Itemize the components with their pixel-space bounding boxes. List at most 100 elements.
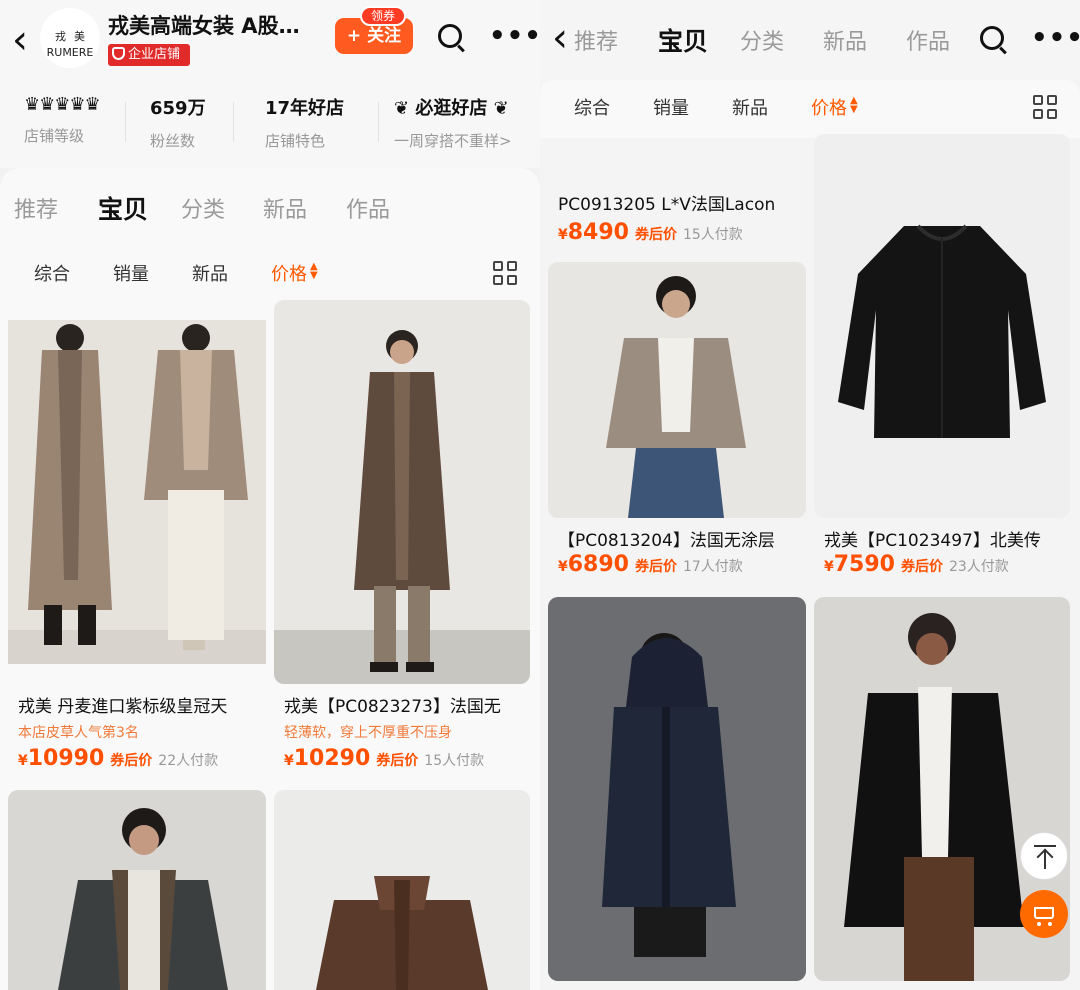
- product-price: 6890: [567, 552, 629, 577]
- product-card[interactable]: 【PC0813204】法国无涂层 ¥6890 券后价 17人付款: [548, 262, 806, 592]
- tab-works[interactable]: 作品: [346, 192, 390, 224]
- stat-label: 粉丝数: [150, 132, 196, 150]
- product-price: 10990: [27, 746, 105, 771]
- currency-symbol: ¥: [284, 753, 294, 769]
- stat-feature[interactable]: 17年好店 店铺特色: [265, 94, 344, 151]
- product-photo: [548, 597, 806, 981]
- tab-new[interactable]: 新品: [263, 192, 307, 224]
- product-image[interactable]: [274, 790, 530, 990]
- stat-value: 必逛好店: [415, 98, 488, 119]
- divider: [125, 102, 126, 142]
- coupon-price-label: 券后价: [376, 753, 419, 769]
- product-image[interactable]: [814, 134, 1070, 518]
- shop-header: ‹ 戎美 RUMERE 戎美高端女装 A股… 企业店铺 + 关注 领券 •••: [0, 0, 540, 88]
- product-price-row: ¥7590 券后价 23人付款: [824, 552, 1009, 577]
- shop-logo[interactable]: 戎美 RUMERE: [40, 8, 100, 68]
- laurel-icon: ❦: [487, 98, 509, 119]
- paid-count: 17人付款: [682, 559, 743, 575]
- product-image[interactable]: [8, 320, 266, 664]
- coupon-tag[interactable]: 领券: [360, 6, 406, 26]
- stat-shop-level[interactable]: ♛♛♛♛♛ 店铺等级: [24, 94, 101, 146]
- search-icon[interactable]: [980, 26, 1004, 50]
- product-card[interactable]: 戎美【PC1023497】北美传 ¥7590 券后价 23人付款: [814, 518, 1072, 592]
- product-title[interactable]: PC0913205 L*V法国Lacon: [558, 190, 803, 215]
- stat-fans[interactable]: 659万 粉丝数: [150, 94, 206, 151]
- shop-name[interactable]: 戎美高端女装 A股…: [108, 10, 300, 40]
- product-title[interactable]: 【PC0813204】法国无涂层: [558, 526, 803, 551]
- paid-count: 22人付款: [158, 753, 219, 769]
- divider: [378, 102, 379, 142]
- search-icon[interactable]: [438, 24, 462, 48]
- product-price: 7590: [833, 552, 895, 577]
- sort-overall[interactable]: 综合: [574, 94, 610, 120]
- back-to-top-icon[interactable]: [1020, 832, 1068, 880]
- sort-sales[interactable]: 销量: [113, 260, 149, 286]
- paid-count: 15人付款: [424, 753, 485, 769]
- grid-layout-icon[interactable]: [493, 261, 517, 285]
- stat-value: 659万: [150, 98, 206, 119]
- tab-category[interactable]: 分类: [181, 192, 225, 224]
- laurel-icon: ❦: [394, 98, 416, 119]
- product-title[interactable]: 戎美 丹麦進口紫标级皇冠天: [18, 692, 263, 717]
- product-price: 10290: [293, 746, 371, 771]
- sort-sales[interactable]: 销量: [653, 94, 689, 120]
- sort-price[interactable]: 价格 ▲ ▼: [811, 94, 858, 120]
- currency-symbol: ¥: [18, 753, 28, 769]
- product-photo: [814, 134, 1070, 518]
- tab-recommend[interactable]: 推荐: [574, 24, 618, 56]
- sort-new[interactable]: 新品: [732, 94, 768, 120]
- more-dots-icon[interactable]: •••: [489, 23, 540, 49]
- product-image[interactable]: [548, 262, 806, 518]
- currency-symbol: ¥: [558, 559, 568, 575]
- tab-category[interactable]: 分类: [740, 24, 784, 56]
- product-card[interactable]: 戎美【PC0823273】法国无 轻薄软，穿上不厚重不压身 ¥10290 券后价 1…: [274, 300, 532, 780]
- back-chevron-icon[interactable]: ‹: [552, 18, 568, 58]
- coupon-price-label: 券后价: [110, 753, 153, 769]
- stat-good-shop[interactable]: ❦ 必逛好店 ❦ 一周穿搭不重样>: [394, 94, 512, 151]
- product-photo: [8, 790, 266, 990]
- grid-layout-icon[interactable]: [1033, 95, 1057, 119]
- tab-items[interactable]: 宝贝: [658, 22, 708, 58]
- cart-icon[interactable]: [1020, 890, 1068, 938]
- coupon-price-label: 券后价: [634, 227, 677, 243]
- product-image[interactable]: [8, 790, 266, 990]
- back-chevron-icon[interactable]: ‹: [12, 20, 28, 60]
- product-image[interactable]: [274, 300, 530, 684]
- divider: [233, 102, 234, 142]
- currency-symbol: ¥: [824, 559, 834, 575]
- tab-new[interactable]: 新品: [823, 24, 867, 56]
- product-tag: 本店皮草人气第3名: [18, 725, 139, 741]
- crown-icon: ♛♛♛♛♛: [24, 94, 101, 115]
- product-price-row: ¥8490 券后价 15人付款: [558, 220, 743, 245]
- product-price-row: ¥10290 券后价 15人付款: [284, 746, 484, 771]
- product-card[interactable]: 戎美 丹麦進口紫标级皇冠天 本店皮草人气第3名 ¥10990 券后价 22人付款: [8, 300, 266, 780]
- shield-icon: [112, 47, 125, 60]
- tab-recommend[interactable]: 推荐: [14, 192, 58, 224]
- product-title[interactable]: 戎美【PC1023497】北美传: [824, 526, 1069, 551]
- product-card[interactable]: PC0913205 L*V法国Lacon ¥8490 券后价 15人付款: [548, 138, 806, 254]
- coupon-price-label: 券后价: [900, 559, 943, 575]
- tab-works[interactable]: 作品: [906, 24, 950, 56]
- product-photo: [274, 790, 530, 990]
- stat-value: 17年好店: [265, 98, 345, 119]
- shop-stats: ♛♛♛♛♛ 店铺等级 659万 粉丝数 17年好店 店铺特色 ❦ 必逛好店 ❦ …: [0, 88, 540, 168]
- sort-overall[interactable]: 综合: [34, 260, 70, 286]
- product-image[interactable]: [548, 597, 806, 981]
- product-title[interactable]: 戎美【PC0823273】法国无: [284, 692, 529, 717]
- right-screen: ‹ 推荐 宝贝 分类 新品 作品 ••• 综合 销量 新品 价格 ▲ ▼ PC091…: [540, 0, 1080, 990]
- sort-price-label: 价格: [271, 264, 307, 285]
- more-dots-icon[interactable]: •••: [1031, 25, 1080, 51]
- sort-price-label: 价格: [811, 98, 847, 119]
- product-tag: 轻薄软，穿上不厚重不压身: [284, 725, 452, 741]
- product-photo: [8, 320, 266, 664]
- enterprise-badge: 企业店铺: [108, 44, 190, 66]
- sort-bar: 综合 销量 新品 价格 ▲ ▼: [540, 80, 1080, 138]
- paid-count: 15人付款: [682, 227, 743, 243]
- sort-price[interactable]: 价格 ▲ ▼: [271, 260, 318, 286]
- shop-logo-en: RUMERE: [46, 46, 94, 59]
- coupon-price-label: 券后价: [634, 559, 677, 575]
- sort-new[interactable]: 新品: [192, 260, 228, 286]
- paid-count: 23人付款: [948, 559, 1009, 575]
- stat-label: 店铺等级: [24, 127, 85, 145]
- tab-items[interactable]: 宝贝: [98, 190, 148, 226]
